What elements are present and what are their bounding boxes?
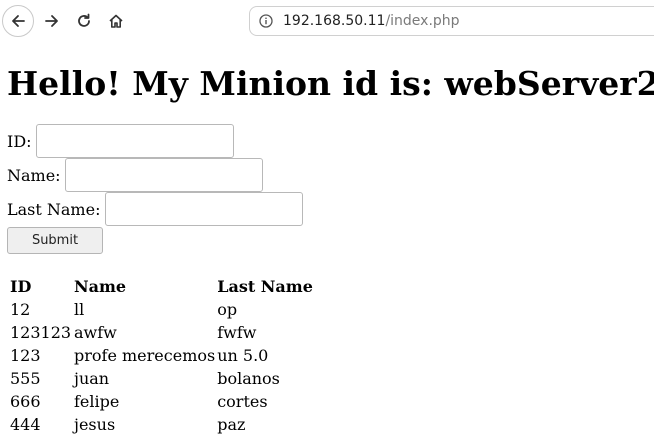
reload-icon: [78, 13, 90, 27]
id-input[interactable]: [36, 124, 234, 158]
page-heading: Hello! My Minion id is: webServer2: [7, 64, 654, 103]
cell-last-name: un 5.0: [217, 346, 269, 365]
cell-last-name: cortes: [217, 392, 268, 411]
cell-id: 666: [10, 392, 41, 411]
table-header-row: ID Name Last Name: [10, 276, 313, 298]
url-path: /index.php: [385, 13, 460, 29]
cell-last-name: paz: [217, 415, 246, 434]
cell-name: awfw: [74, 323, 117, 342]
records-table: ID Name Last Name 12 ll op 123123 awfw f…: [8, 275, 315, 437]
header-id: ID: [10, 277, 32, 296]
url-text[interactable]: 192.168.50.11/index.php: [283, 13, 460, 29]
address-bar[interactable]: 192.168.50.11/index.php: [249, 6, 654, 36]
cell-name: ll: [74, 300, 85, 319]
browser-toolbar: 192.168.50.11/index.php: [0, 0, 654, 42]
header-name: Name: [74, 277, 127, 296]
page-content: Hello! My Minion id is: webServer2 ID: N…: [0, 42, 654, 448]
table-row: 123123 awfw fwfw: [10, 322, 313, 344]
forward-button[interactable]: [36, 5, 68, 37]
cell-id: 444: [10, 415, 41, 434]
home-button[interactable]: [100, 5, 132, 37]
cell-last-name: fwfw: [217, 323, 257, 342]
cell-last-name: op: [217, 300, 238, 319]
table-row: 666 felipe cortes: [10, 391, 313, 413]
back-icon: [12, 15, 25, 27]
reload-button[interactable]: [68, 5, 100, 37]
site-info-icon[interactable]: [259, 14, 273, 28]
cell-id: 12: [10, 300, 31, 319]
cell-name: jesus: [74, 415, 116, 434]
cell-id: 123123: [10, 323, 72, 342]
url-host: 192.168.50.11: [283, 13, 386, 29]
back-button[interactable]: [2, 5, 34, 37]
table-row: 12 ll op: [10, 299, 313, 321]
header-last-name: Last Name: [217, 277, 313, 296]
lastname-input[interactable]: [105, 192, 303, 226]
lastname-label: Last Name:: [7, 200, 101, 219]
cell-id: 123: [10, 346, 41, 365]
table-row: 123 profe merecemos un 5.0: [10, 345, 313, 367]
cell-name: felipe: [74, 392, 120, 411]
name-label: Name:: [7, 166, 61, 185]
name-input[interactable]: [65, 158, 263, 192]
cell-name: juan: [74, 369, 110, 388]
cell-id: 555: [10, 369, 41, 388]
cell-name: profe merecemos: [74, 346, 216, 365]
home-icon: [109, 14, 123, 28]
table-row: 444 jesus paz: [10, 414, 313, 436]
table-row: 555 juan bolanos: [10, 368, 313, 390]
cell-last-name: bolanos: [217, 369, 280, 388]
submit-button[interactable]: Submit: [7, 227, 103, 254]
forward-icon: [45, 15, 58, 27]
id-label: ID:: [7, 132, 32, 151]
